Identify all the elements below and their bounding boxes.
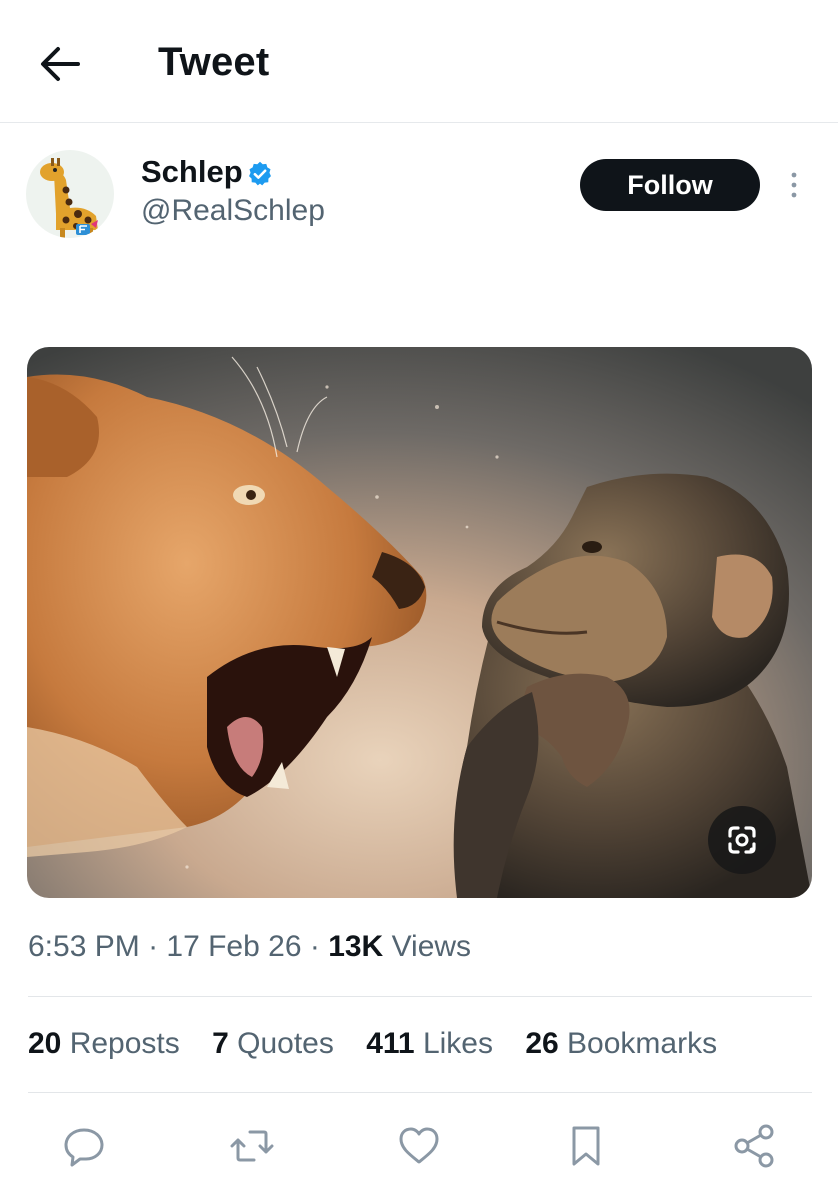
reposts-label: Reposts: [61, 1027, 180, 1060]
author-handle[interactable]: @RealSchlep: [141, 194, 325, 228]
giraffe-avatar-icon: [40, 158, 98, 238]
likes-stat[interactable]: 411 Likes: [366, 1027, 493, 1060]
author-display-name[interactable]: Schlep: [141, 154, 243, 190]
bookmarks-label: Bookmarks: [558, 1027, 718, 1060]
page-title: Tweet: [158, 40, 270, 84]
likes-count: 411: [366, 1027, 415, 1060]
views-count[interactable]: 13K: [328, 930, 383, 963]
divider: [28, 996, 812, 997]
share-icon[interactable]: [726, 1118, 782, 1174]
bookmarks-count: 26: [525, 1027, 559, 1060]
tweet-media-image[interactable]: [27, 347, 812, 898]
tweet-time: 6:53 PM: [28, 930, 140, 963]
reply-icon[interactable]: [56, 1118, 112, 1174]
back-arrow-icon[interactable]: [38, 44, 82, 84]
quotes-stat[interactable]: 7 Quotes: [212, 1027, 334, 1060]
lion-and-chimp-image: [27, 347, 812, 898]
separator-dot: ·: [139, 930, 167, 963]
tweet-date: 17 Feb 26: [166, 930, 302, 963]
bookmark-icon[interactable]: [558, 1118, 614, 1174]
divider: [28, 1092, 812, 1093]
views-label[interactable]: Views: [383, 930, 472, 963]
separator-dot: ·: [301, 930, 329, 963]
top-bar: Tweet: [0, 0, 838, 123]
avatar[interactable]: [26, 150, 114, 238]
repost-icon[interactable]: [224, 1118, 280, 1174]
reposts-count: 20: [28, 1027, 62, 1060]
verified-badge-icon: [246, 160, 274, 188]
lens-search-icon[interactable]: [708, 806, 776, 874]
more-options-icon[interactable]: [783, 170, 805, 200]
likes-label: Likes: [414, 1027, 493, 1060]
reposts-stat[interactable]: 20 Reposts: [28, 1027, 180, 1060]
bookmarks-stat[interactable]: 26 Bookmarks: [525, 1027, 717, 1060]
quotes-label: Quotes: [228, 1027, 334, 1060]
follow-button[interactable]: Follow: [580, 159, 760, 211]
tweet-metadata: 6:53 PM · 17 Feb 26 · 13K Views: [28, 930, 471, 964]
engagement-stats: 20 Reposts 7 Quotes 411 Likes 26 Bookmar…: [28, 1027, 741, 1061]
quotes-count: 7: [212, 1027, 229, 1060]
like-icon[interactable]: [391, 1118, 447, 1174]
